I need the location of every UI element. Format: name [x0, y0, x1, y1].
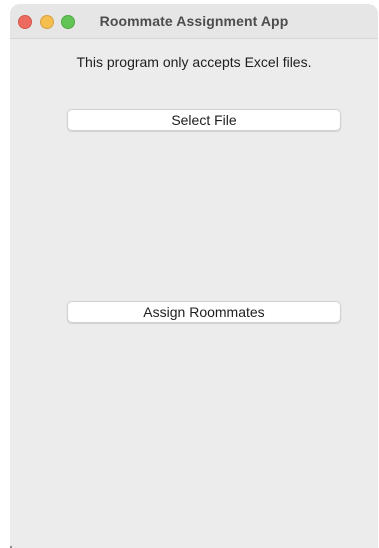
assign-roommates-button[interactable]: Assign Roommates: [67, 301, 341, 323]
app-window: Roommate Assignment App This program onl…: [10, 4, 378, 548]
title-bar[interactable]: Roommate Assignment App: [10, 4, 378, 39]
window-title: Roommate Assignment App: [99, 13, 289, 29]
info-text: This program only accepts Excel files.: [76, 54, 312, 70]
select-file-button[interactable]: Select File: [67, 109, 341, 131]
